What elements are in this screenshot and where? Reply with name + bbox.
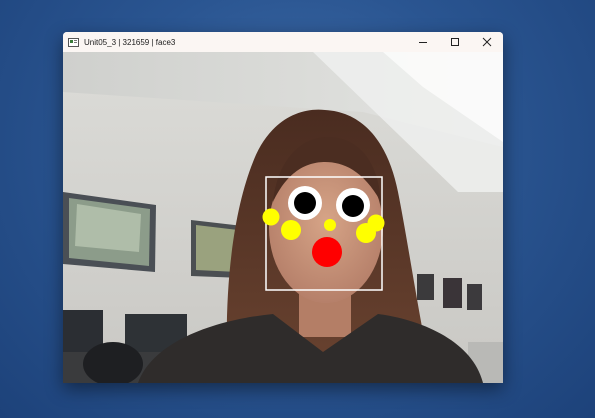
app-window-icon — [68, 37, 79, 47]
app-window[interactable]: Unit05_3 | 321659 | face3 — [63, 32, 503, 383]
cheek-left-lower — [281, 220, 301, 240]
webcam-video-frame — [63, 52, 503, 383]
webcam-scene — [63, 52, 503, 383]
minimize-button[interactable] — [407, 32, 439, 52]
desktop: { "window": { "title": "Unit05_3 | 32165… — [0, 0, 595, 418]
window-controls — [407, 32, 503, 52]
title-bar[interactable]: Unit05_3 | 321659 | face3 — [63, 32, 503, 52]
maximize-icon — [451, 38, 459, 46]
mouth-dot — [312, 237, 342, 267]
cheek-left-upper — [262, 208, 280, 226]
close-icon — [482, 37, 492, 47]
poster-left — [63, 192, 156, 272]
maximize-button[interactable] — [439, 32, 471, 52]
cheek-right-lower — [356, 223, 376, 243]
pupil-right — [342, 195, 364, 217]
window-title: Unit05_3 | 321659 | face3 — [84, 37, 176, 47]
nose-dot — [324, 219, 336, 231]
minimize-icon — [419, 42, 427, 43]
close-button[interactable] — [471, 32, 503, 52]
pupil-left — [294, 192, 316, 214]
